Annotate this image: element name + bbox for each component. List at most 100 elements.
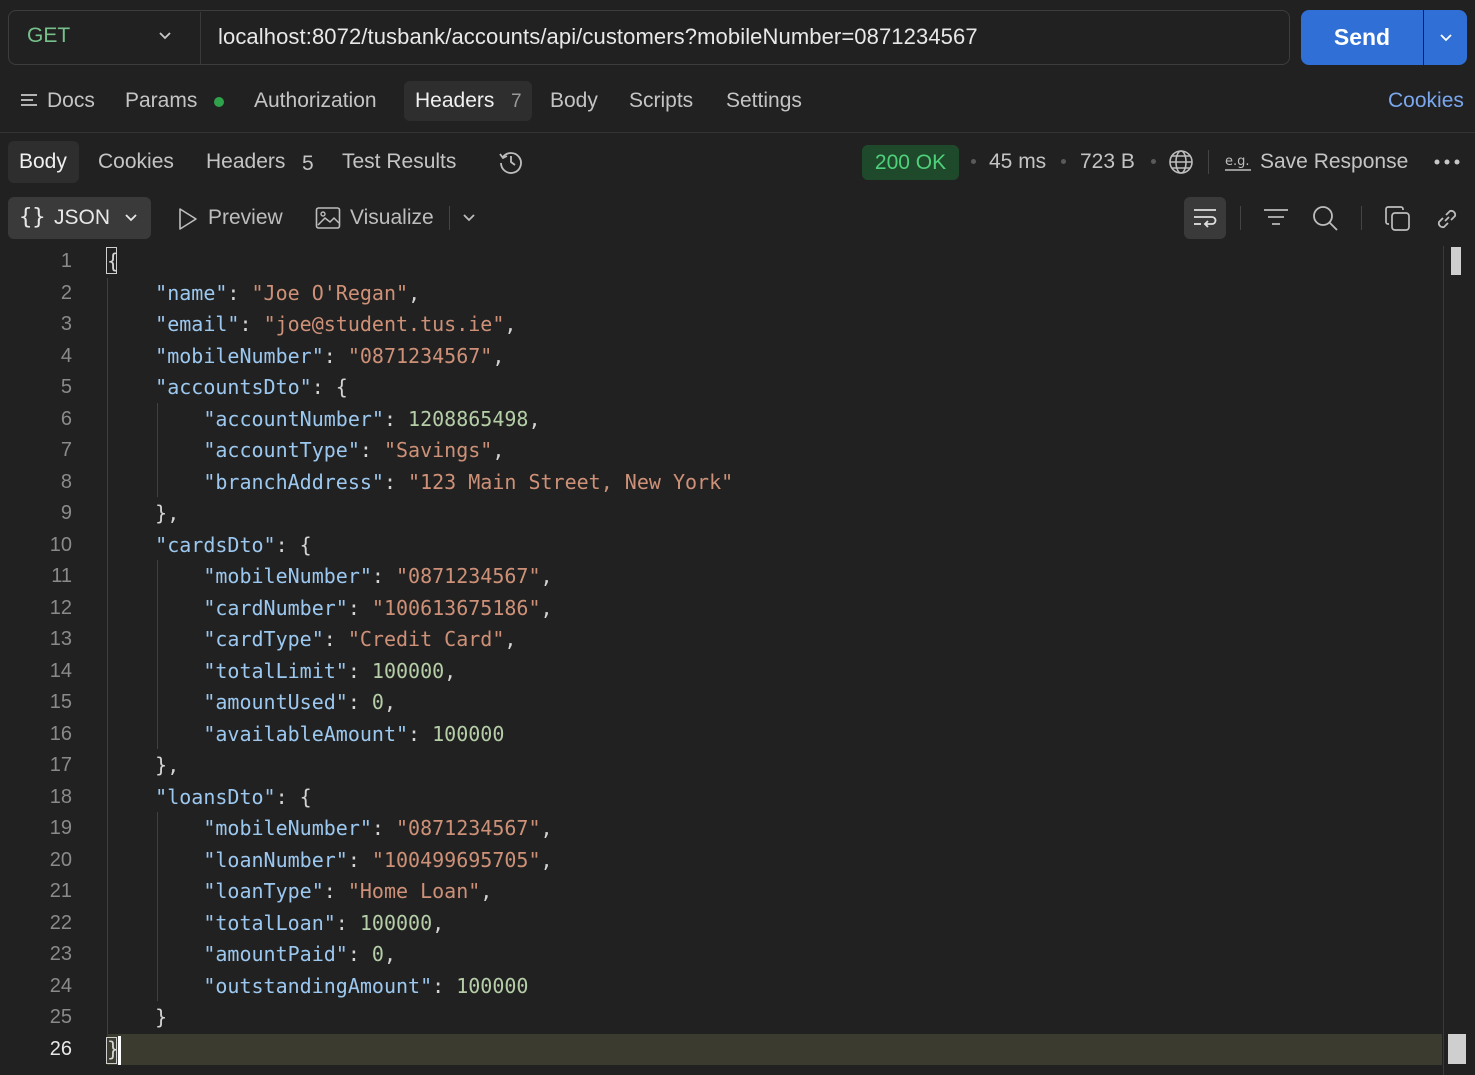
link-icon[interactable] <box>1433 205 1461 233</box>
line-number: 23 <box>49 943 72 965</box>
code-line: 6 "accountNumber": 1208865498, <box>0 404 1475 436</box>
code-text: }, <box>107 753 180 777</box>
code-line: 2 "name": "Joe O'Regan", <box>0 278 1475 310</box>
filter-icon[interactable] <box>1263 207 1289 229</box>
code-text: "cardNumber": "100613675186", <box>203 595 553 620</box>
divider <box>1208 150 1209 174</box>
chevron-down-icon <box>125 214 137 222</box>
code-text: "mobileNumber": "0871234567", <box>203 816 553 840</box>
tab-headers[interactable]: Headers <box>415 89 494 113</box>
search-icon[interactable] <box>1311 204 1339 232</box>
send-options-button[interactable] <box>1424 10 1467 65</box>
code-line: 1{ <box>0 246 1475 278</box>
line-number: 26 <box>49 1037 72 1060</box>
code-text: "cardsDto": { <box>155 532 312 557</box>
url-input[interactable]: localhost:8072/tusbank/accounts/api/cust… <box>218 24 978 50</box>
code-line: 25 } <box>0 1002 1475 1034</box>
code-line: 7 "accountType": "Savings", <box>0 435 1475 467</box>
cookies-link[interactable]: Cookies <box>1388 89 1464 113</box>
code-text: "amountUsed": 0, <box>203 690 397 714</box>
globe-icon[interactable] <box>1168 149 1194 175</box>
code-line: 23 "amountPaid": 0, <box>0 939 1475 971</box>
docs-icon[interactable] <box>20 92 40 110</box>
headers-count: 7 <box>511 91 522 112</box>
tab-authorization[interactable]: Authorization <box>254 89 377 113</box>
chevron-down-icon[interactable] <box>462 213 476 223</box>
code-line: 13 "cardType": "Credit Card", <box>0 624 1475 656</box>
response-size[interactable]: 723 B <box>1080 150 1135 174</box>
response-body-editor[interactable]: 1{2 "name": "Joe O'Regan", 3 "email": "jo… <box>0 246 1475 1075</box>
code-line: 9 }, <box>0 498 1475 530</box>
line-number: 6 <box>60 407 72 430</box>
play-icon[interactable] <box>176 206 200 232</box>
tab-test-results[interactable]: Test Results <box>342 150 456 174</box>
tab-settings[interactable]: Settings <box>726 89 802 113</box>
more-options-icon[interactable] <box>1433 158 1461 166</box>
code-text: "loanType": "Home Loan", <box>203 879 493 903</box>
code-line: 15 "amountUsed": 0, <box>0 687 1475 719</box>
code-line: 20 "loanNumber": "100499695705", <box>0 845 1475 877</box>
code-line: 19 "mobileNumber": "0871234567", <box>0 813 1475 845</box>
copy-icon[interactable] <box>1384 205 1412 233</box>
line-number: 15 <box>49 691 72 713</box>
line-number: 10 <box>49 533 72 556</box>
line-number: 24 <box>49 974 72 997</box>
line-number: 4 <box>60 344 72 367</box>
visualize-button[interactable]: Visualize <box>350 206 434 230</box>
code-text: "totalLimit": 100000, <box>203 658 457 683</box>
code-text: "loanNumber": "100499695705", <box>203 847 553 872</box>
tab-response-headers[interactable]: Headers <box>206 150 285 174</box>
line-number: 3 <box>60 313 72 335</box>
tab-response-body[interactable]: Body <box>19 150 67 174</box>
code-text: "cardType": "Credit Card", <box>203 627 517 651</box>
line-number: 12 <box>49 596 72 619</box>
tab-scripts[interactable]: Scripts <box>629 89 693 113</box>
wrap-lines-button[interactable] <box>1184 197 1226 239</box>
dot-separator <box>1151 159 1156 164</box>
code-line: 10 "cardsDto": { <box>0 530 1475 562</box>
line-number: 25 <box>49 1006 72 1028</box>
code-text: "branchAddress": "123 Main Street, New Y… <box>203 469 734 494</box>
code-line: 4 "mobileNumber": "0871234567", <box>0 341 1475 373</box>
code-text: "loansDto": { <box>155 784 312 809</box>
code-line: 3 "email": "joe@student.tus.ie", <box>0 309 1475 341</box>
preview-button[interactable]: Preview <box>208 206 283 230</box>
code-line: 8 "branchAddress": "123 Main Street, New… <box>0 467 1475 499</box>
tab-response-cookies[interactable]: Cookies <box>98 150 174 174</box>
code-text: } <box>107 1005 168 1029</box>
code-line: 16 "availableAmount": 100000 <box>0 719 1475 751</box>
history-icon[interactable] <box>497 148 525 176</box>
tab-docs[interactable]: Docs <box>47 89 95 113</box>
code-text: } <box>107 1036 120 1061</box>
line-number: 22 <box>49 911 72 934</box>
method-select[interactable]: GET <box>27 24 70 48</box>
response-time[interactable]: 45 ms <box>989 150 1046 174</box>
code-line: 14 "totalLimit": 100000, <box>0 656 1475 688</box>
line-number: 11 <box>51 565 72 587</box>
divider <box>449 206 450 230</box>
code-line: 22 "totalLoan": 100000, <box>0 908 1475 940</box>
example-icon[interactable]: e.g. <box>1224 150 1252 174</box>
code-text: "accountsDto": { <box>155 375 348 399</box>
save-response-button[interactable]: Save Response <box>1260 150 1408 174</box>
line-number: 17 <box>49 754 72 776</box>
code-line: 24 "outstandingAmount": 100000 <box>0 971 1475 1003</box>
code-text: "availableAmount": 100000 <box>203 721 505 746</box>
code-text: "amountPaid": 0, <box>203 942 397 966</box>
code-line: 11 "mobileNumber": "0871234567", <box>0 561 1475 593</box>
tab-params[interactable]: Params <box>125 89 197 113</box>
line-number: 2 <box>60 281 72 304</box>
line-number: 21 <box>49 880 72 902</box>
line-number: 16 <box>49 722 72 745</box>
wrap-icon <box>1194 209 1217 228</box>
send-button[interactable]: Send <box>1301 10 1423 65</box>
status-badge[interactable]: 200 OK <box>862 145 959 180</box>
tab-body[interactable]: Body <box>550 89 598 113</box>
svg-text:e.g.: e.g. <box>1225 154 1250 169</box>
dot-separator <box>1061 159 1066 164</box>
dot-separator <box>971 159 976 164</box>
image-icon[interactable] <box>315 206 341 230</box>
format-select-json[interactable]: {} JSON <box>8 197 151 239</box>
chevron-down-icon[interactable] <box>157 30 173 42</box>
code-line: 18 "loansDto": { <box>0 782 1475 814</box>
